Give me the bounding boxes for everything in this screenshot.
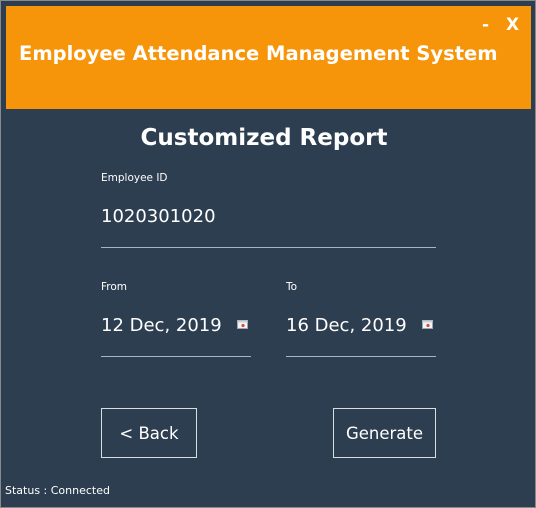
to-date-field[interactable]: 16 Dec, 2019	[286, 315, 407, 336]
page-title: Customized Report	[140, 125, 388, 151]
back-button[interactable]: < Back	[101, 408, 197, 458]
employee-id-label: Employee ID	[101, 172, 168, 184]
app-window: Employee Attendance Management System - …	[0, 0, 536, 508]
status-text: Status : Connected	[5, 484, 110, 497]
to-date-underline	[286, 356, 436, 357]
calendar-icon[interactable]	[422, 320, 433, 329]
app-title: Employee Attendance Management System	[19, 42, 498, 65]
from-date-field[interactable]: 12 Dec, 2019	[101, 315, 222, 336]
generate-button[interactable]: Generate	[333, 408, 436, 458]
calendar-icon[interactable]	[237, 320, 248, 329]
employee-id-underline	[101, 247, 436, 248]
from-date-label: From	[101, 281, 128, 293]
minimize-button[interactable]: -	[482, 12, 489, 38]
title-bar: Employee Attendance Management System - …	[6, 6, 531, 109]
employee-id-field[interactable]: 1020301020	[101, 206, 216, 227]
close-button[interactable]: X	[506, 12, 519, 38]
to-date-label: To	[286, 281, 298, 293]
from-date-underline	[101, 356, 251, 357]
